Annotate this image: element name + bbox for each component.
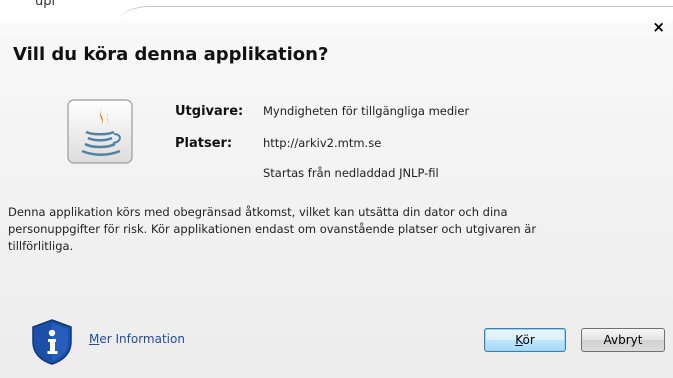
run-mnemonic: K (515, 333, 523, 347)
java-coffee-cup-icon (67, 99, 133, 164)
cancel-button[interactable]: Avbryt (581, 328, 665, 352)
locations-label: Platser: (175, 136, 233, 151)
shield-info-icon (32, 319, 72, 365)
description-line: Denna applikation körs med obegränsad åt… (8, 205, 508, 219)
description-line: personuppgifter för risk. Kör applikatio… (8, 222, 537, 236)
location-value: http://arkiv2.mtm.se (263, 136, 382, 150)
more-info-label: er Information (99, 332, 185, 346)
background-text-fragment: upl (35, 0, 56, 9)
publisher-label: Utgivare: (175, 104, 244, 119)
dialog-title: Vill du köra denna applikation? (13, 44, 329, 65)
launch-note: Startas från nedladdad JNLP-fil (263, 166, 439, 180)
close-button[interactable]: × (652, 20, 665, 35)
more-info-mnemonic: M (89, 332, 100, 346)
publisher-value: Myndigheten för tillgängliga medier (263, 104, 470, 118)
security-dialog: upl × Vill du köra denna applikation? Ut… (0, 0, 673, 378)
run-label: ör (522, 333, 535, 347)
run-button[interactable]: Kör (484, 328, 566, 352)
security-warning-text: Denna applikation körs med obegränsad åt… (8, 204, 648, 255)
more-information-link[interactable]: Mer Information (89, 332, 185, 346)
background-window-strip: upl (0, 0, 673, 20)
description-line: tillförlitliga. (8, 239, 74, 253)
